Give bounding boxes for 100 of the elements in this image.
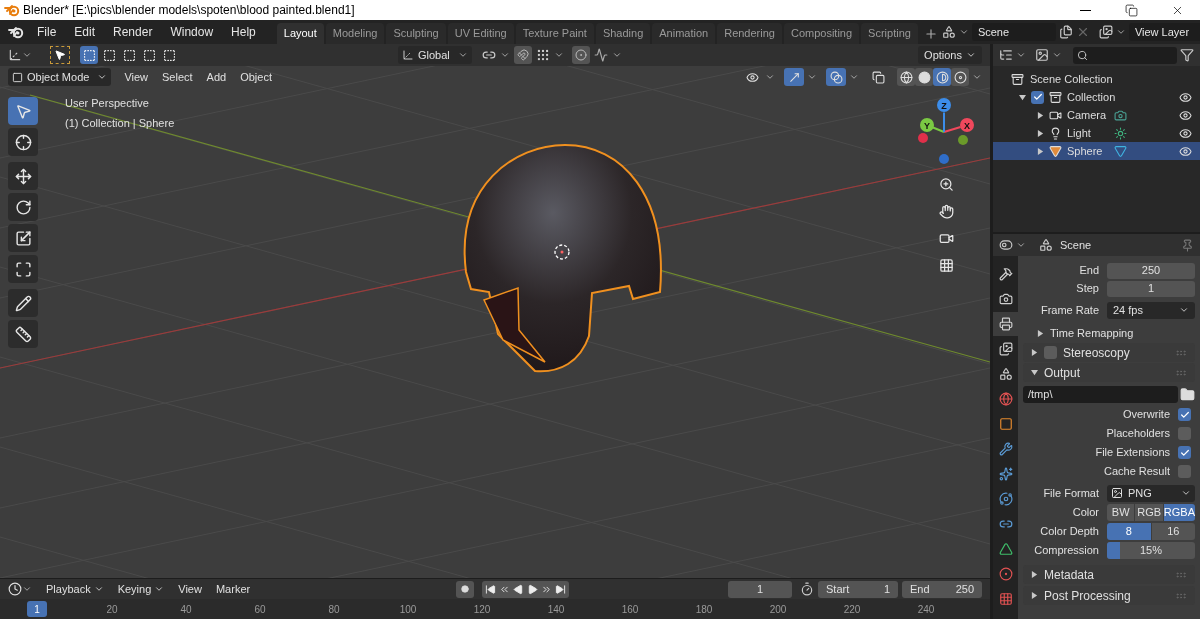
filter-icon[interactable] (1180, 48, 1194, 62)
tree-row[interactable]: Camera (993, 106, 1200, 124)
tree-row[interactable]: Collection (993, 88, 1200, 106)
menu-item[interactable]: Marker (209, 581, 257, 598)
panel-header[interactable]: Output (1023, 363, 1195, 382)
option-button[interactable]: 8 (1107, 523, 1151, 540)
record-button[interactable] (456, 580, 475, 598)
play-reverse-icon[interactable] (513, 583, 525, 595)
active-tool-button[interactable] (50, 46, 70, 64)
snap-toggle[interactable] (514, 46, 532, 64)
subpanel-header[interactable]: Time Remapping (1023, 324, 1195, 342)
option-button[interactable]: BW (1107, 504, 1135, 521)
workspace-tab[interactable]: Texture Paint (515, 23, 594, 44)
new-scene-icon[interactable] (1058, 25, 1073, 39)
axis-dot-icon[interactable] (939, 154, 949, 164)
visibility-icon[interactable] (1179, 126, 1192, 140)
view-layer-icon[interactable] (1098, 25, 1113, 39)
overlay-toggle[interactable] (826, 68, 846, 86)
workspace-tab[interactable]: Compositing (783, 23, 860, 44)
expand-arrow-icon[interactable] (1037, 329, 1044, 337)
display-mode-icon[interactable] (999, 48, 1013, 62)
tree-item[interactable]: Scene Collection (1030, 70, 1113, 88)
panel-header[interactable]: Stereoscopy (1023, 343, 1195, 362)
menu-item[interactable]: Select (155, 68, 200, 86)
falloff-icon[interactable] (594, 48, 608, 62)
x-axis-handle[interactable]: X (943, 118, 974, 133)
selection-mode-button[interactable] (80, 46, 98, 64)
scene-field[interactable]: Scene (971, 23, 1056, 41)
menu-item[interactable]: File (28, 23, 66, 41)
menu-item[interactable]: Object (233, 68, 279, 86)
stopwatch-icon[interactable] (800, 582, 814, 597)
mode-dropdown[interactable]: Object Mode (8, 68, 112, 86)
menu-item[interactable]: Playback (40, 581, 110, 598)
output-path-field[interactable]: /tmp\ (1023, 386, 1178, 403)
move-tool-button[interactable] (8, 162, 38, 190)
measure-tool-button[interactable] (8, 320, 38, 348)
playback-controls[interactable] (482, 580, 570, 598)
menu-item[interactable]: View (172, 581, 208, 598)
select-tool-button[interactable] (8, 97, 38, 125)
option-button[interactable]: RGBA (1163, 504, 1195, 521)
output-tab[interactable] (993, 312, 1018, 336)
menu-item[interactable]: Window (161, 23, 223, 41)
play-icon[interactable] (527, 583, 539, 595)
workspace-tab[interactable]: Modeling (325, 23, 385, 44)
expand-arrow-icon[interactable] (1019, 93, 1026, 101)
compression-slider[interactable]: 15% (1107, 542, 1195, 559)
checkbox[interactable] (1044, 346, 1057, 359)
workspace-tab[interactable]: Shading (595, 23, 651, 44)
view-layer-field[interactable]: View Layer (1128, 23, 1200, 41)
menu-item[interactable]: Keying (111, 581, 171, 598)
option-button[interactable]: RGB (1135, 504, 1163, 521)
jump-end-icon[interactable] (555, 583, 567, 595)
menu-item[interactable]: Help (222, 23, 265, 41)
checkbox[interactable] (1031, 90, 1044, 104)
menu-item[interactable]: View (117, 68, 156, 86)
frame-rate-dropdown[interactable]: 24 fps (1107, 301, 1195, 319)
axis-dot-icon[interactable] (918, 133, 928, 143)
snap-target-icon[interactable] (536, 48, 550, 62)
expand-arrow-icon[interactable] (1037, 111, 1044, 119)
expand-arrow-icon[interactable] (1037, 129, 1044, 137)
editor-type-icon[interactable] (999, 238, 1013, 252)
options-button[interactable]: Options (918, 46, 982, 64)
transform-tool-button[interactable] (8, 255, 38, 283)
visibility-icon[interactable] (1179, 144, 1192, 158)
end-frame-field[interactable]: End 250 (902, 580, 982, 598)
helmet-mesh[interactable] (463, 144, 662, 373)
panel-header[interactable]: Post Processing (1023, 586, 1195, 605)
visibility-icon[interactable] (1179, 108, 1192, 122)
current-frame-marker[interactable]: 1 (27, 601, 47, 618)
cursor-tool-button[interactable] (8, 128, 38, 156)
view-icon[interactable] (1035, 48, 1049, 62)
checkbox[interactable] (1178, 465, 1191, 478)
workspace-tab[interactable]: Layout (276, 23, 324, 44)
3d-cursor-icon[interactable] (554, 244, 570, 260)
workspace-tab[interactable]: Animation (652, 23, 716, 44)
workspace-tab[interactable]: Sculpting (386, 23, 446, 44)
rotate-tool-button[interactable] (8, 193, 38, 221)
checkbox[interactable] (1178, 446, 1191, 459)
gizmo-toggle[interactable] (784, 68, 804, 86)
menu-item[interactable]: Render (104, 23, 162, 41)
visibility-icon[interactable] (1179, 90, 1192, 104)
checkbox[interactable] (1178, 408, 1191, 421)
axis-dot-icon[interactable] (958, 135, 968, 145)
wireframe-shading-button[interactable] (897, 68, 915, 86)
checkbox[interactable] (1178, 427, 1191, 440)
expand-arrow-icon[interactable] (1031, 349, 1038, 356)
menu-item[interactable]: Edit (65, 23, 105, 41)
expand-arrow-icon[interactable] (1031, 571, 1038, 578)
expand-arrow-icon[interactable] (1031, 592, 1038, 599)
orientation-dropdown[interactable]: Global (398, 46, 472, 64)
z-axis-handle[interactable]: Z (937, 98, 951, 133)
scale-tool-button[interactable] (8, 224, 38, 252)
tree-row[interactable]: Light (993, 124, 1200, 142)
start-frame-field[interactable]: Start 1 (818, 580, 898, 598)
menu-item[interactable]: Add (199, 68, 234, 86)
proportional-toggle[interactable] (572, 46, 590, 64)
workspace-tab[interactable]: Rendering (717, 23, 782, 44)
folder-icon[interactable] (1180, 387, 1195, 402)
material-shading-button[interactable] (933, 68, 951, 86)
solid-shading-button[interactable] (915, 68, 933, 86)
